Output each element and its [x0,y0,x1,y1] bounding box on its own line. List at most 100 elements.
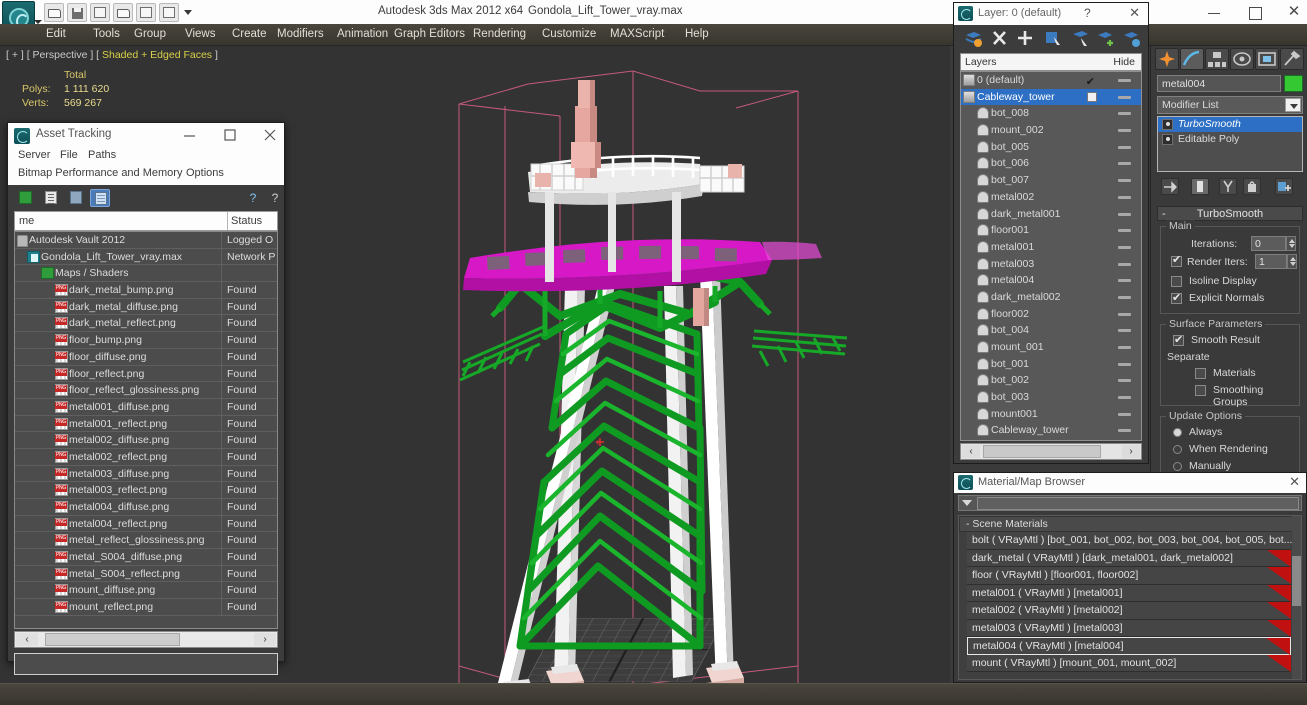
add-selection-icon[interactable] [1097,29,1116,47]
new-layer-icon[interactable] [964,29,983,47]
hide-toggle-icon[interactable] [1118,145,1131,149]
render-iters-field[interactable]: 1 [1255,254,1287,269]
material-list[interactable]: - Scene Materials bolt ( VRayMtl ) [bot_… [958,515,1302,680]
materials-checkbox[interactable] [1195,368,1206,379]
layer-row[interactable]: bot_002 [961,372,1141,389]
menu-modifiers[interactable]: Modifiers [277,28,324,40]
table-row[interactable]: metal001_diffuse.png Found [15,398,277,416]
minimize-button[interactable] [1207,5,1221,19]
hide-toggle-icon[interactable] [1118,129,1131,133]
select-objects-icon[interactable] [1044,29,1063,47]
create-tab[interactable] [1155,48,1179,70]
layer-column-layers[interactable]: Layers [965,56,997,68]
layer-row[interactable]: dark_metal001 [961,206,1141,223]
layer-row[interactable]: bot_008 [961,105,1141,122]
table-row[interactable]: dark_metal_reflect.png Found [15,315,277,333]
material-browser-close-button[interactable]: ✕ [1289,474,1300,490]
hide-toggle-icon[interactable] [1118,396,1131,400]
hide-toggle-icon[interactable] [1118,312,1131,316]
modify-tab[interactable] [1180,48,1204,70]
asset-menu-paths[interactable]: Paths [88,149,116,161]
hide-toggle-icon[interactable] [1118,295,1131,299]
material-row[interactable]: metal001 ( VRayMtl ) [metal001] [967,584,1291,602]
asset-tracking-maximize-button[interactable] [222,127,238,143]
layer-row[interactable]: 0 (default) ✔ [961,72,1141,89]
materials-row[interactable]: Materials [1165,366,1295,383]
layer-row[interactable]: mount_001 [961,339,1141,356]
menu-rendering[interactable]: Rendering [473,28,526,40]
menu-help[interactable]: Help [685,28,709,40]
modifier-toggle-icon[interactable] [1162,119,1173,130]
table-row[interactable]: floor_diffuse.png Found [15,348,277,366]
material-row[interactable]: metal002 ( VRayMtl ) [metal002] [967,602,1291,620]
table-row[interactable]: metal002_diffuse.png Found [15,432,277,449]
asset-menu-options[interactable]: Options [186,167,224,179]
scene-materials-group[interactable]: - Scene Materials [959,516,1301,532]
hide-toggle-icon[interactable] [1118,279,1131,283]
make-unique-icon[interactable] [1219,178,1237,195]
menu-maxscript[interactable]: MAXScript [610,28,664,40]
radio-icon[interactable] [1173,428,1182,437]
asset-menu-bitmap-performance[interactable]: Bitmap Performance and Memory [18,167,182,179]
pin-stack-icon[interactable] [1161,178,1179,195]
material-row[interactable]: floor ( VRayMtl ) [floor001, floor002] [967,567,1291,585]
layer-row[interactable]: metal004 [961,272,1141,289]
layer-list[interactable]: 0 (default) ✔ Cableway_tower bot_008 mount_0… [960,71,1142,441]
modifier-stack-item[interactable]: Editable Poly [1158,132,1302,147]
layer-row[interactable]: floor002 [961,306,1141,323]
table-row[interactable]: dark_metal_bump.png Found [15,282,277,299]
hide-toggle-icon[interactable] [1118,412,1131,416]
modifier-toggle-icon[interactable] [1162,134,1173,145]
layer-row[interactable]: dark_metal002 [961,289,1141,306]
table-row[interactable]: metal_reflect_glossiness.png Found [15,532,277,550]
menu-animation[interactable]: Animation [337,28,388,40]
layer-column-hide[interactable]: Hide [1113,56,1135,68]
scroll-right-icon[interactable]: › [254,633,276,646]
hide-toggle-icon[interactable] [1118,112,1131,116]
modifier-stack[interactable]: TurboSmooth Editable Poly [1157,116,1303,172]
object-name-field[interactable]: metal004 [1157,75,1281,92]
show-end-result-icon[interactable] [1191,178,1209,195]
menu-create[interactable]: Create [232,28,267,40]
close-button[interactable]: ✕ [1287,4,1301,19]
material-browser-menu-icon[interactable] [962,500,972,506]
delete-layer-icon[interactable] [990,29,1009,47]
material-search-bar[interactable] [958,495,1302,511]
column-header-status[interactable]: Status [231,215,262,227]
menu-graph-editors[interactable]: Graph Editors [394,28,465,40]
chevron-down-icon[interactable] [1285,98,1301,112]
radio-icon[interactable] [1173,462,1182,471]
table-row[interactable]: metal003_reflect.png Found [15,482,277,499]
table-row[interactable]: floor_reflect_glossiness.png Found [15,382,277,399]
maximize-button[interactable] [1247,5,1262,20]
table-row[interactable]: dark_metal_diffuse.png Found [15,298,277,316]
table-row[interactable]: metal004_diffuse.png Found [15,499,277,516]
explicit-normals-row[interactable]: Explicit Normals [1165,291,1295,308]
update-option[interactable]: When Rendering [1165,442,1295,459]
scroll-thumb[interactable] [45,633,180,646]
layer-row[interactable]: bot_003 [961,389,1141,406]
hide-toggle-icon[interactable] [1118,162,1131,166]
menu-tools[interactable]: Tools [93,28,120,40]
smooth-result-checkbox[interactable] [1173,333,1184,346]
hide-toggle-icon[interactable] [1118,212,1131,216]
hierarchy-tab[interactable] [1205,48,1229,70]
modifier-list-dropdown[interactable]: Modifier List [1157,96,1303,114]
hide-toggle-icon[interactable] [1118,229,1131,233]
table-row[interactable]: floor_reflect.png Found [15,365,277,383]
hide-toggle-icon[interactable] [1118,95,1131,99]
layer-row[interactable]: bot_005 [961,139,1141,156]
remove-modifier-icon[interactable] [1243,178,1261,195]
hide-toggle-icon[interactable] [1118,429,1131,433]
menu-views[interactable]: Views [185,28,215,40]
table-row[interactable]: metal004_reflect.png Found [15,515,277,533]
iterations-field[interactable]: 0 [1251,236,1286,251]
asset-menu-file[interactable]: File [60,149,78,161]
column-header-name[interactable]: me [19,215,34,227]
layer-row[interactable]: metal001 [961,239,1141,256]
radio-icon[interactable] [1173,445,1182,454]
rollout-header[interactable]: - TurboSmooth [1157,206,1303,221]
table-row[interactable]: mount_diffuse.png Found [15,582,277,600]
hide-toggle-icon[interactable] [1118,179,1131,183]
material-search-input[interactable] [977,497,1299,510]
